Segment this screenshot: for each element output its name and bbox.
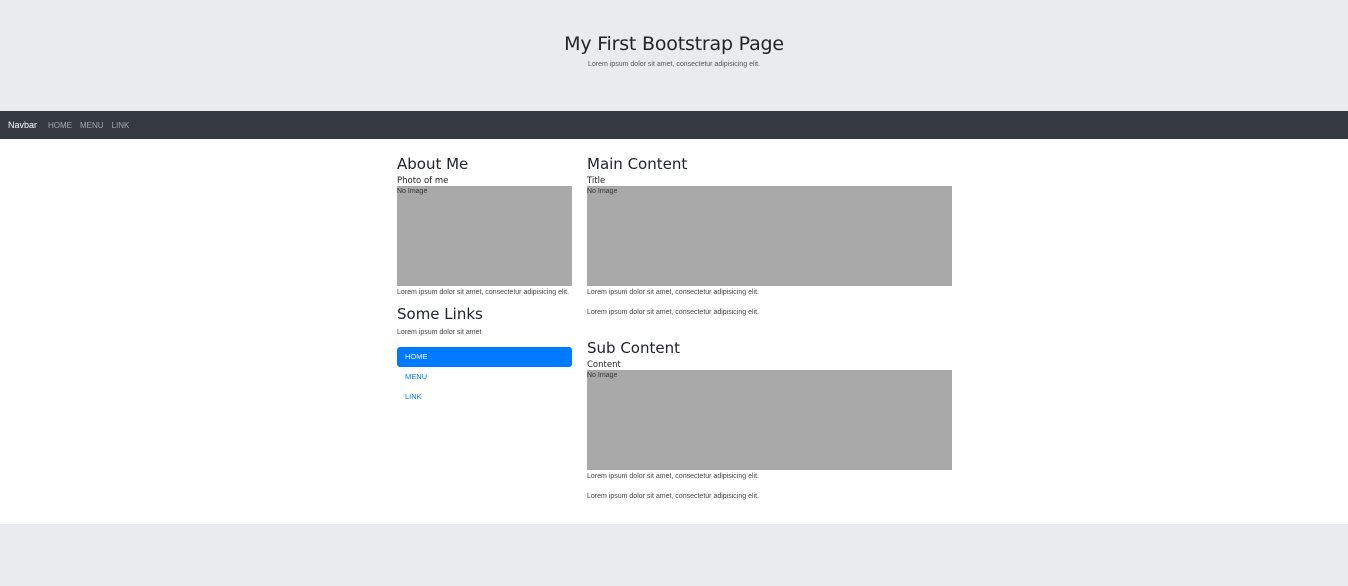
main-column: Main Content Title No Image Lorem ipsum … bbox=[587, 155, 952, 503]
nav-link-home[interactable]: HOME bbox=[48, 121, 72, 130]
main-content-subtitle: Title bbox=[587, 176, 606, 186]
sidebar-column: About Me Photo of me No Image Lorem ipsu… bbox=[397, 155, 572, 407]
page-subtitle: Lorem ipsum dolor sit amet, consectetur … bbox=[588, 61, 760, 68]
pill-home[interactable]: HOME bbox=[397, 347, 572, 367]
page-content: About Me Photo of me No Image Lorem ipsu… bbox=[0, 139, 1348, 524]
page-title: My First Bootstrap Page bbox=[564, 33, 784, 55]
jumbotron-header: My First Bootstrap Page Lorem ipsum dolo… bbox=[0, 0, 1348, 111]
links-heading: Some Links bbox=[397, 305, 483, 323]
photo-label: Photo of me bbox=[397, 176, 449, 186]
main-content-heading: Main Content bbox=[587, 155, 688, 173]
main-text-1: Lorem ipsum dolor sit amet, consectetur … bbox=[587, 289, 759, 296]
profile-image-placeholder: No Image bbox=[397, 186, 572, 286]
navbar-brand[interactable]: Navbar bbox=[8, 120, 37, 130]
sub-content-subtitle: Content bbox=[587, 360, 621, 370]
pill-menu[interactable]: MENU bbox=[397, 367, 572, 387]
sidebar-nav-pills: HOME MENU LINK bbox=[397, 347, 572, 407]
sub-text-1: Lorem ipsum dolor sit amet, consectetur … bbox=[587, 473, 759, 480]
sub-image-placeholder: No Image bbox=[587, 370, 952, 470]
nav-link-link[interactable]: LINK bbox=[112, 121, 130, 130]
pill-link[interactable]: LINK bbox=[397, 387, 572, 407]
footer bbox=[0, 524, 1348, 586]
top-navbar: Navbar HOME MENU LINK bbox=[0, 111, 1348, 139]
about-text: Lorem ipsum dolor sit amet, consectetur … bbox=[397, 289, 569, 296]
links-text: Lorem ipsum dolor sit amet bbox=[397, 329, 482, 336]
sub-content-heading: Sub Content bbox=[587, 339, 680, 357]
sub-text-2: Lorem ipsum dolor sit amet, consectetur … bbox=[587, 493, 759, 500]
main-text-2: Lorem ipsum dolor sit amet, consectetur … bbox=[587, 309, 759, 316]
nav-link-menu[interactable]: MENU bbox=[80, 121, 104, 130]
main-image-placeholder: No Image bbox=[587, 186, 952, 286]
about-heading: About Me bbox=[397, 155, 469, 173]
